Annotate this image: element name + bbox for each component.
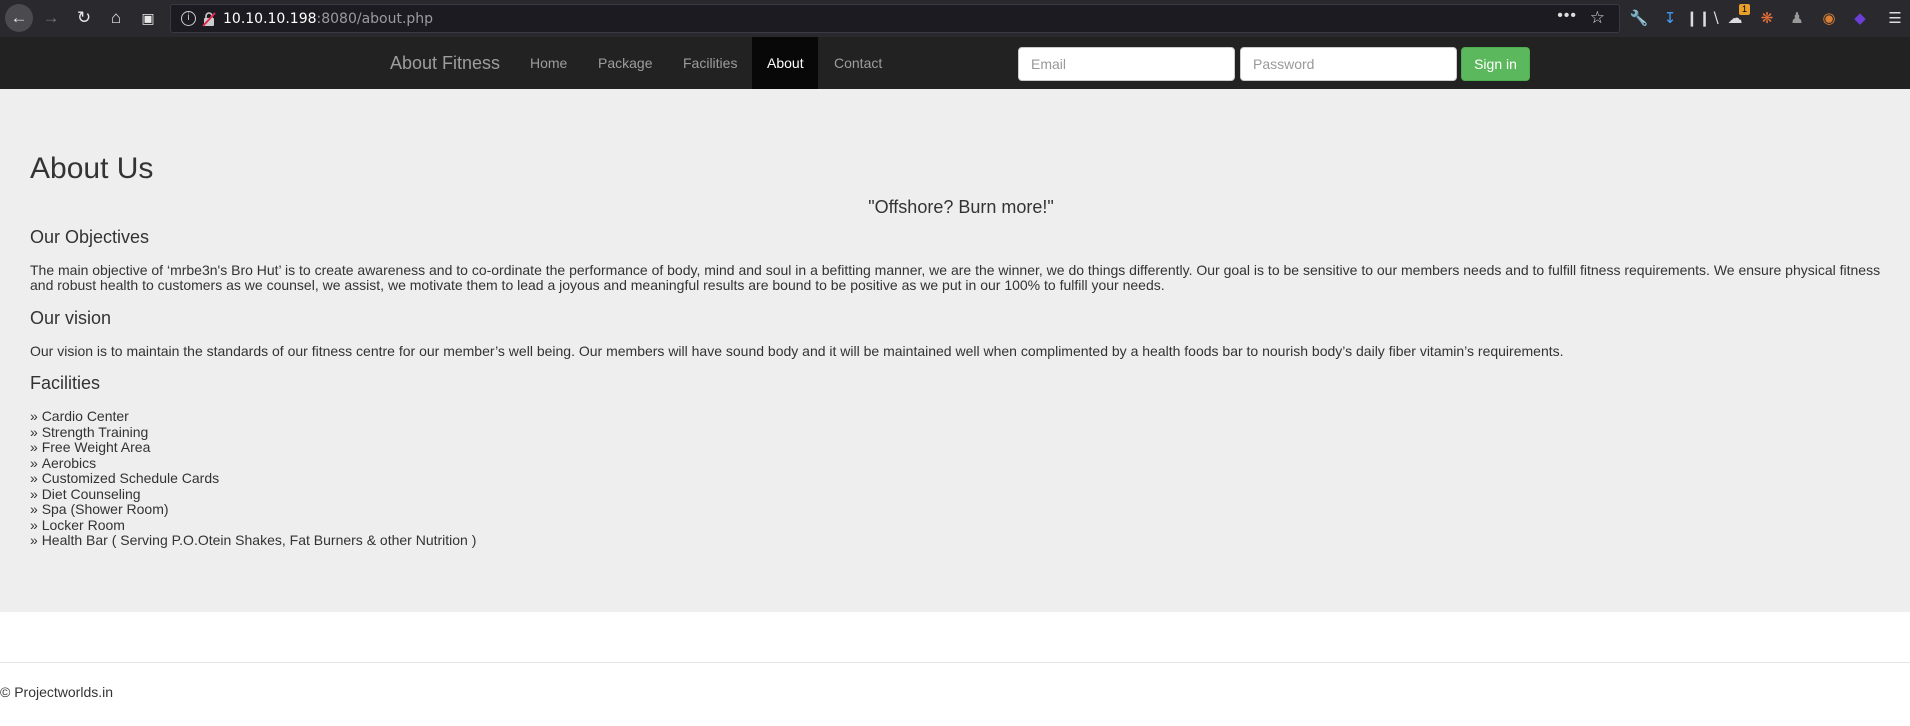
page-title: About Us — [30, 152, 154, 185]
home-icon[interactable]: ⌂ — [102, 4, 130, 32]
facilities-list: Cardio Center Strength Training Free Wei… — [30, 408, 477, 549]
download-icon[interactable]: ↧ — [1659, 7, 1681, 29]
browser-toolbar: ← → ↻ ⌂ ▣ i 10.10.10.198:8080/about.php … — [0, 0, 1910, 37]
nav-package[interactable]: Package — [583, 37, 667, 89]
site-brand[interactable]: About Fitness — [390, 53, 500, 74]
vision-text: Our vision is to maintain the standards … — [30, 343, 1564, 359]
cookie-icon[interactable]: ◉ — [1818, 7, 1840, 29]
nav-home[interactable]: Home — [515, 37, 582, 89]
objectives-heading: Our Objectives — [30, 227, 150, 247]
nav-facilities[interactable]: Facilities — [668, 37, 752, 89]
foxyproxy-icon[interactable]: ❋ — [1756, 7, 1778, 29]
reload-icon[interactable]: ↻ — [70, 4, 98, 32]
list-item: Strength Training — [30, 424, 476, 441]
library-icon[interactable]: ❙❙∖ — [1686, 7, 1721, 29]
extension-badge: 1 — [1738, 4, 1750, 15]
info-icon[interactable]: i — [181, 11, 196, 26]
list-item: Health Bar ( Serving P.O.Otein Shakes, F… — [30, 532, 477, 549]
facilities-heading: Facilities — [30, 373, 101, 393]
bookmark-star-icon[interactable]: ☆ — [1590, 8, 1605, 28]
nav-contact[interactable]: Contact — [819, 37, 897, 89]
insecure-lock-icon[interactable] — [202, 11, 216, 27]
list-item: Diet Counseling — [30, 486, 476, 503]
site-navbar: About Fitness Home Package Facilities Ab… — [0, 37, 1910, 89]
tagline: "Offshore? Burn more!" — [868, 197, 1054, 217]
extension-badge-icon[interactable]: ☁ 1 — [1724, 4, 1750, 29]
wrench-icon[interactable]: 🔧 — [1628, 7, 1650, 29]
back-arrow-icon[interactable]: ← — [5, 4, 33, 32]
reader-view-icon[interactable]: ▣ — [134, 4, 162, 32]
nav-about[interactable]: About — [752, 37, 818, 89]
list-item: Spa (Shower Room) — [30, 501, 476, 518]
url-path: :8080/about.php — [316, 11, 434, 27]
address-bar[interactable]: i 10.10.10.198:8080/about.php ••• ☆ — [170, 4, 1620, 33]
footer-divider — [0, 662, 1910, 663]
forward-arrow-icon[interactable]: → — [37, 4, 65, 32]
list-item: Aerobics — [30, 455, 476, 472]
about-section: About Us "Offshore? Burn more!" Our Obje… — [0, 89, 1910, 612]
email-field[interactable] — [1018, 47, 1235, 81]
ghost-extension-icon[interactable]: ♟ — [1786, 7, 1808, 29]
footer-copyright: © Projectworlds.in — [0, 684, 114, 700]
objectives-text: The main objective of ‘mrbe3n's Bro Hut’… — [30, 262, 1881, 293]
vision-heading: Our vision — [30, 308, 112, 328]
url-host: 10.10.10.198 — [223, 11, 317, 27]
menu-hamburger-icon[interactable]: ☰ — [1884, 7, 1906, 29]
password-field[interactable] — [1240, 47, 1457, 81]
list-item: Free Weight Area — [30, 439, 476, 456]
list-item: Cardio Center — [30, 408, 476, 425]
list-item: Locker Room — [30, 517, 476, 534]
url-text[interactable]: 10.10.10.198:8080/about.php — [223, 11, 433, 27]
list-item: Customized Schedule Cards — [30, 470, 476, 487]
page-actions-icon[interactable]: ••• — [1557, 7, 1577, 25]
sign-in-button[interactable]: Sign in — [1461, 47, 1530, 81]
cube-extension-icon[interactable]: ◆ — [1849, 7, 1871, 29]
